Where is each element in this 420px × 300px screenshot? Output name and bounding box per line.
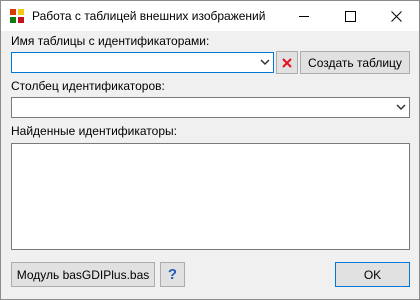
module-button[interactable]: Модуль basGDIPlus.bas [11,262,155,287]
help-button[interactable]: ? [160,262,185,287]
table-name-label: Имя таблицы с идентификаторами: [11,34,210,48]
clear-table-button[interactable] [276,51,298,74]
maximize-button[interactable] [327,1,373,31]
id-column-combobox[interactable] [11,97,410,118]
minimize-icon [299,16,309,17]
window-title: Работа с таблицей внешних изображений [32,9,266,23]
create-table-button[interactable]: Создать таблицу [300,51,410,74]
found-ids-label: Найденные идентификаторы: [11,124,177,138]
chevron-down-icon[interactable] [396,104,406,111]
dialog-window: Работа с таблицей внешних изображений Им… [0,0,420,300]
ok-button[interactable]: OK [335,262,410,287]
table-name-combobox[interactable] [11,52,274,73]
title-bar: Работа с таблицей внешних изображений [1,1,419,31]
app-icon [10,9,24,23]
found-ids-listbox[interactable] [11,143,410,250]
clear-icon [282,57,292,68]
maximize-icon [344,10,356,22]
help-icon: ? [167,266,178,283]
close-button[interactable] [373,1,419,31]
id-column-label: Столбец идентификаторов: [11,79,165,93]
close-icon [390,10,402,22]
minimize-button[interactable] [281,1,327,31]
chevron-down-icon[interactable] [260,59,270,66]
